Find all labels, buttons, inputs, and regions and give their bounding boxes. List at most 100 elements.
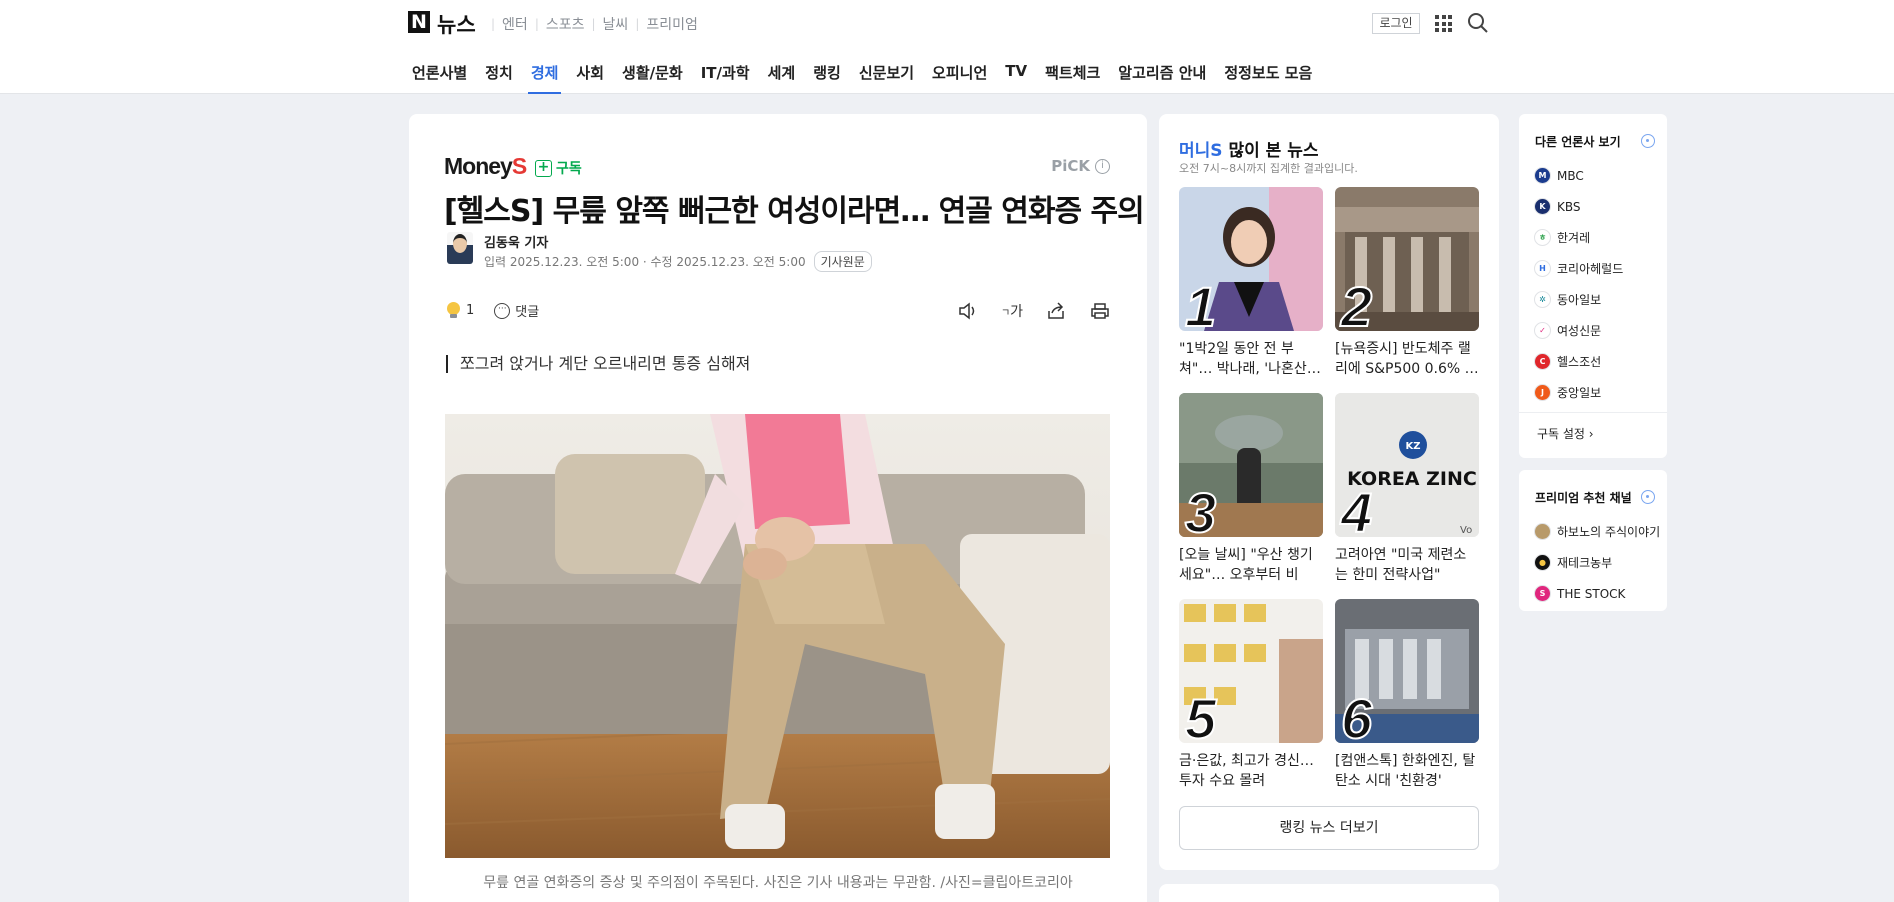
ranking-headline[interactable]: [뉴욕증시] 반도체주 랠리에 S&P500 0.6% 상승	[1335, 339, 1479, 379]
ranking-headline[interactable]: 금·은값, 최고가 경신… 투자 수요 몰려	[1179, 751, 1323, 791]
svg-text:KZ: KZ	[1406, 441, 1421, 452]
ranking-headline[interactable]: [컴앤스톡] 한화엔진, 탈탄소 시대 '친환경'	[1335, 751, 1479, 791]
section-link-premium[interactable]: 프리미엄	[646, 14, 698, 34]
top-header: N 뉴스 | 엔터 | 스포츠 | 날씨 | 프리미엄 로그인 언론사별 정치 …	[0, 0, 1894, 94]
ranking-list: 1 "1박2일 동안 전 부쳐"… 박나래, '나혼산' 하차 후 근황 2 […	[1179, 187, 1479, 791]
nav-item-tv[interactable]: TV	[996, 56, 1036, 93]
pick-badge: PiCK i	[1051, 157, 1110, 175]
divider: |	[534, 17, 539, 31]
subscribe-button[interactable]: + 구독	[535, 158, 582, 178]
other-press-title: 다른 언론사 보기	[1535, 135, 1621, 149]
divider: |	[491, 17, 496, 31]
press-item-donga[interactable]: ✲ 동아일보	[1534, 284, 1623, 315]
ranking-card: 머니S 많이 본 뉴스 오전 7시~8시까지 집계한 결과입니다. 1 "1박2…	[1159, 114, 1499, 870]
ranking-more-button[interactable]: 랭킹 뉴스 더보기	[1179, 806, 1479, 850]
photo-caption: 무릎 연골 연화증의 증상 및 주의점이 주목된다. 사진은 기사 내용과는 무…	[483, 875, 1073, 891]
lightbulb-icon[interactable]	[446, 302, 460, 319]
reporter-avatar[interactable]	[447, 232, 473, 264]
print-icon[interactable]	[1089, 301, 1111, 321]
svg-text:Vo: Vo	[1460, 525, 1472, 536]
section-link-weather[interactable]: 날씨	[603, 14, 629, 34]
font-size-icon[interactable]: ㄱ가	[1001, 301, 1023, 321]
ranking-headline[interactable]: [오늘 날씨] "우산 챙기세요"… 오후부터 비	[1179, 545, 1323, 585]
channel-avatar: S	[1534, 585, 1551, 602]
press-item-mbc[interactable]: M MBC	[1534, 160, 1623, 191]
ranking-thumbnail[interactable]: 3	[1179, 393, 1323, 537]
ranking-item[interactable]: 1 "1박2일 동안 전 부쳐"… 박나래, '나혼산' 하차 후 근황	[1179, 187, 1323, 379]
press-item-womennews[interactable]: ✓ 여성신문	[1534, 315, 1623, 346]
app-menu-icon[interactable]	[1435, 15, 1452, 32]
subscription-settings-link[interactable]: 구독 설정 ›	[1519, 412, 1667, 454]
info-icon[interactable]: i	[1095, 158, 1110, 174]
ranking-thumbnail[interactable]: 5	[1179, 599, 1323, 743]
reaction-bar: 1 ··· 댓글	[446, 301, 539, 320]
press-logo[interactable]: MoneyS	[444, 153, 527, 180]
ranking-thumbnail[interactable]: 6	[1335, 599, 1479, 743]
category-nav: 언론사별 정치 경제 사회 생활/문화 IT/과학 세계 랭킹 신문보기 오피니…	[403, 56, 1321, 94]
subscribe-label: 구독	[556, 161, 582, 177]
press-item-joongang[interactable]: J 중앙일보	[1534, 377, 1623, 408]
nav-item-corrections[interactable]: 정정보도 모음	[1215, 56, 1321, 93]
nav-item-society[interactable]: 사회	[567, 56, 613, 93]
reporter-name[interactable]: 김동욱 기자	[484, 232, 548, 251]
naver-logo[interactable]: N	[408, 11, 430, 33]
nav-item-politics[interactable]: 정치	[476, 56, 522, 93]
ranking-title[interactable]: 머니S 많이 본 뉴스	[1179, 136, 1319, 161]
article-card: MoneyS + 구독 PiCK i [헬스S] 무릎 앞쪽 뻐근한 여성이라면…	[409, 114, 1147, 902]
nav-item-world[interactable]: 세계	[759, 56, 805, 93]
ranking-thumbnail[interactable]: 1	[1179, 187, 1323, 331]
article-dates: 입력 2025.12.23. 오전 5:00 · 수정 2025.12.23. …	[484, 251, 872, 272]
premium-channel-title: 프리미엄 추천 채널	[1535, 491, 1632, 505]
press-logo-icon: H	[1534, 260, 1551, 277]
ranking-thumbnail[interactable]: 2	[1335, 187, 1479, 331]
ranking-item[interactable]: 3 [오늘 날씨] "우산 챙기세요"… 오후부터 비	[1179, 393, 1323, 585]
nav-item-life[interactable]: 생활/문화	[613, 56, 692, 93]
search-icon[interactable]	[1467, 12, 1489, 34]
nav-item-opinion[interactable]: 오피니언	[923, 56, 996, 93]
news-logo-text[interactable]: 뉴스	[437, 9, 476, 39]
article-tools: ㄱ가	[935, 301, 1111, 321]
divider: |	[635, 17, 640, 31]
nav-item-algorithm[interactable]: 알고리즘 안내	[1109, 56, 1215, 93]
share-icon[interactable]	[1045, 301, 1067, 321]
section-link-entertain[interactable]: 엔터	[502, 14, 528, 34]
premium-item[interactable]: 하보노의 주식이야기	[1534, 516, 1660, 547]
next-card-peek	[1159, 884, 1499, 902]
press-item-kbs[interactable]: K KBS	[1534, 191, 1623, 222]
press-item-healthchosun[interactable]: C 헬스조선	[1534, 346, 1623, 377]
nav-item-press[interactable]: 언론사별	[403, 56, 476, 93]
login-button[interactable]: 로그인	[1372, 13, 1420, 34]
divider: |	[591, 17, 596, 31]
ranking-item[interactable]: KZ KOREA ZINC Vo 4 고려아연 "미국 제련소는 한미 전략사업"	[1335, 393, 1479, 585]
speaker-icon[interactable]	[957, 301, 979, 321]
comment-icon: ···	[494, 302, 511, 319]
nav-item-newspaper[interactable]: 신문보기	[850, 56, 923, 93]
section-links: | 엔터 | 스포츠 | 날씨 | 프리미엄	[484, 14, 698, 34]
premium-item[interactable]: ● 재테크농부	[1534, 547, 1660, 578]
ranking-headline[interactable]: "1박2일 동안 전 부쳐"… 박나래, '나혼산' 하차 후 근황	[1179, 339, 1323, 379]
press-item-koreaherald[interactable]: H 코리아헤럴드	[1534, 253, 1623, 284]
premium-item[interactable]: S THE STOCK	[1534, 578, 1660, 609]
original-article-button[interactable]: 기사원문	[813, 251, 872, 272]
press-item-hani[interactable]: ㅎ 한겨레	[1534, 222, 1623, 253]
nav-item-factcheck[interactable]: 팩트체크	[1036, 56, 1109, 93]
comment-button[interactable]: ··· 댓글	[494, 301, 539, 320]
section-link-sports[interactable]: 스포츠	[546, 14, 585, 34]
ranking-headline[interactable]: 고려아연 "미국 제련소는 한미 전략사업"	[1335, 545, 1479, 585]
ranking-item[interactable]: 5 금·은값, 최고가 경신… 투자 수요 몰려	[1179, 599, 1323, 791]
premium-list: 하보노의 주식이야기 ● 재테크농부 S THE STOCK	[1534, 516, 1660, 609]
nav-item-economy[interactable]: 경제	[522, 56, 568, 94]
ranking-item[interactable]: 6 [컴앤스톡] 한화엔진, 탈탄소 시대 '친환경'	[1335, 599, 1479, 791]
nav-item-ranking[interactable]: 랭킹	[804, 56, 850, 93]
press-list: M MBC K KBS ㅎ 한겨레 H 코리아헤럴드 ✲ 동아일보 ✓ 여성신문 C 헬스조선…	[1534, 160, 1623, 408]
channel-avatar	[1534, 523, 1551, 540]
ranking-thumbnail[interactable]: KZ KOREA ZINC Vo 4	[1335, 393, 1479, 537]
refresh-icon[interactable]	[1641, 490, 1655, 504]
press-logo-icon: J	[1534, 384, 1551, 401]
press-logo-icon: M	[1534, 167, 1551, 184]
refresh-icon[interactable]	[1641, 134, 1655, 148]
ranking-item[interactable]: 2 [뉴욕증시] 반도체주 랠리에 S&P500 0.6% 상승	[1335, 187, 1479, 379]
press-logo-icon: ✲	[1534, 291, 1551, 308]
article-photo[interactable]	[445, 414, 1110, 858]
nav-item-it[interactable]: IT/과학	[692, 56, 759, 93]
